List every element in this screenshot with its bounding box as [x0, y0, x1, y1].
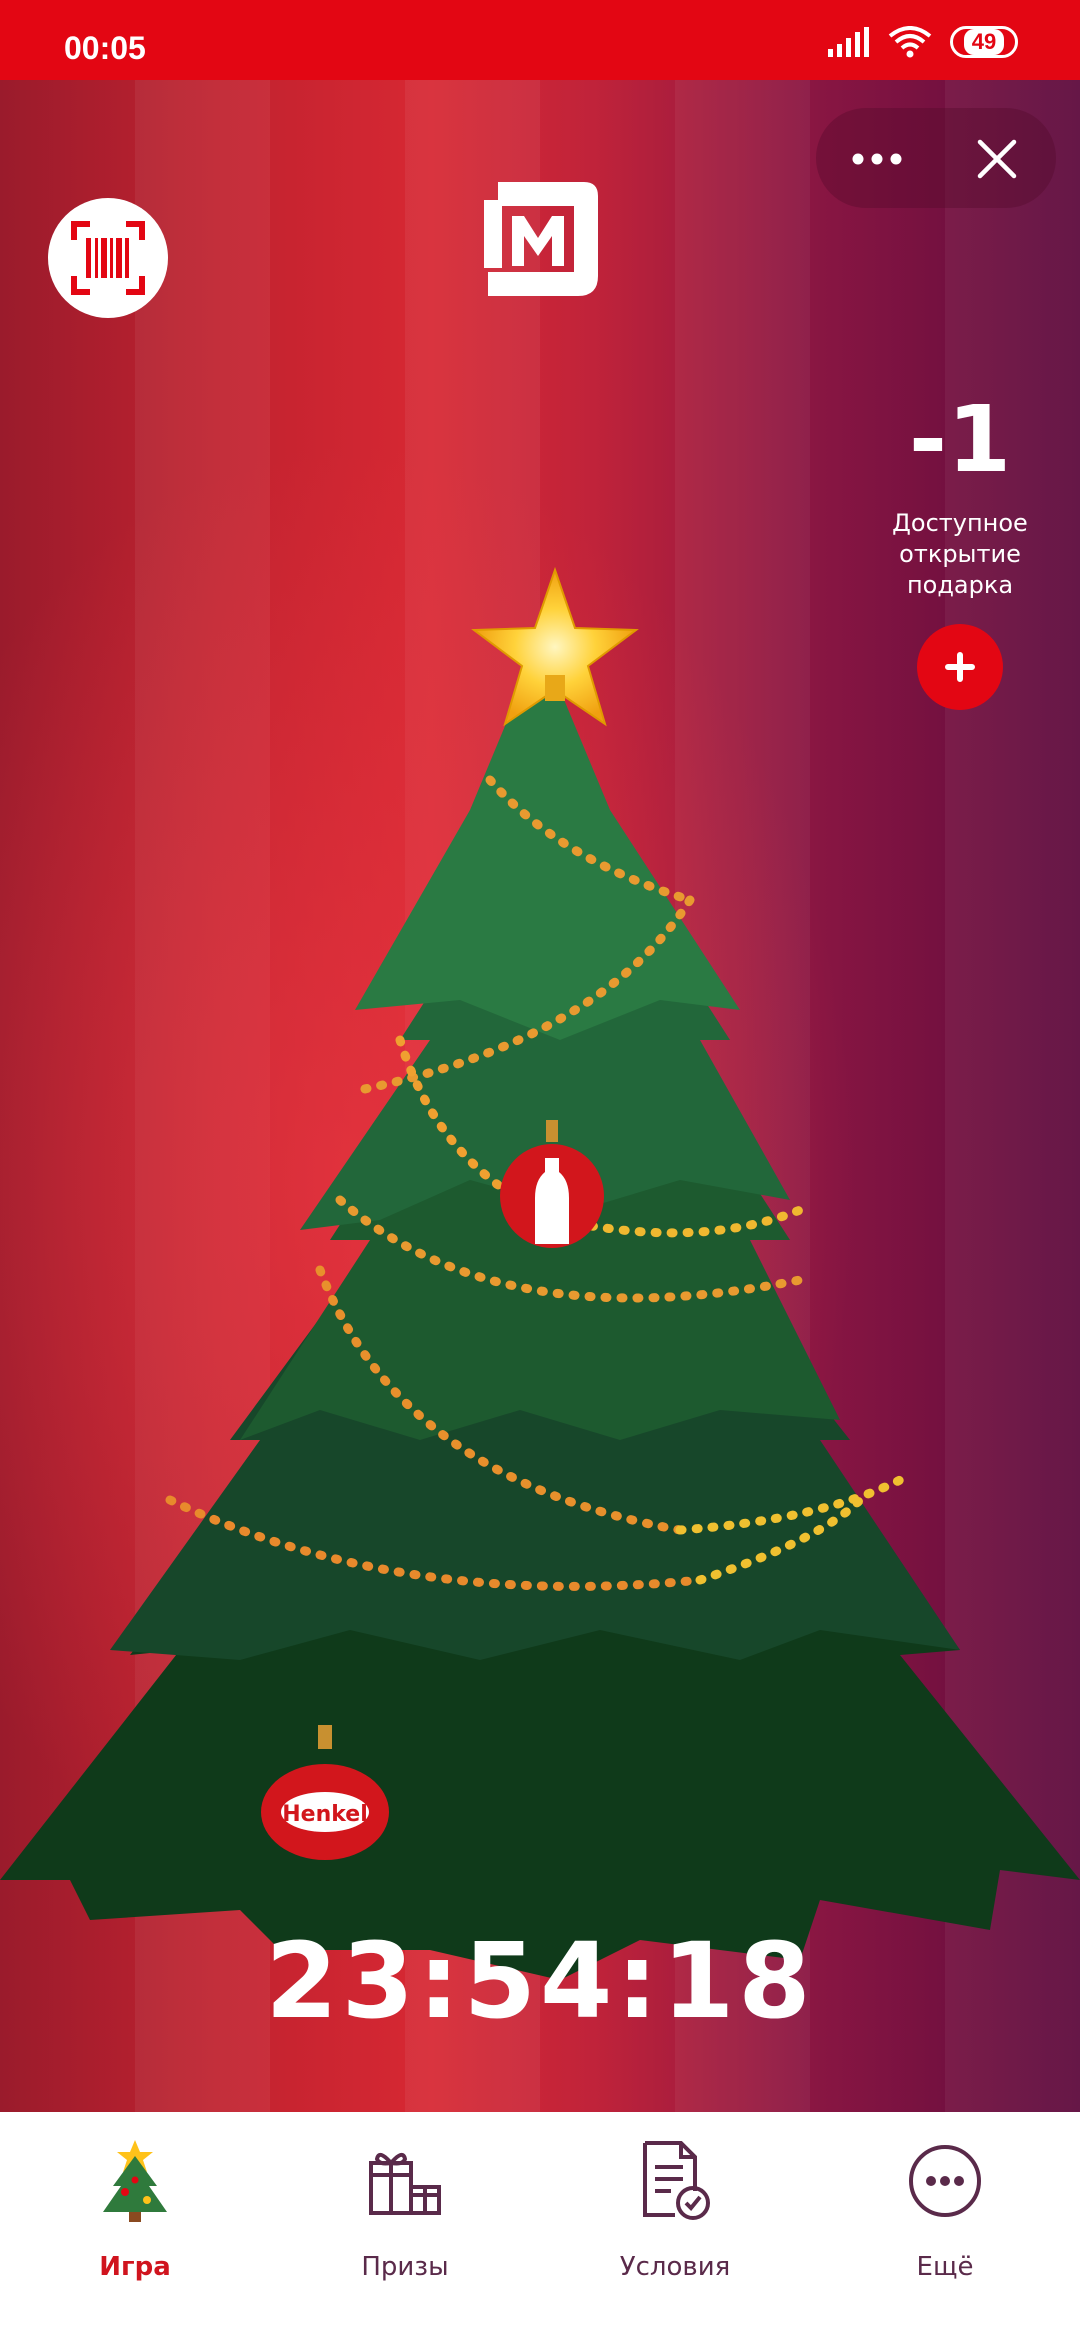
christmas-tree[interactable]: Henkel	[0, 480, 1080, 2070]
nav-label-more: Ещё	[916, 2252, 974, 2282]
christmas-tree-icon	[103, 2140, 167, 2222]
signal-icon	[828, 27, 869, 57]
wifi-icon	[888, 26, 932, 58]
status-icons: 49	[828, 26, 1018, 58]
scan-barcode-button[interactable]	[48, 198, 168, 318]
gifts-icon	[369, 2152, 441, 2215]
nav-label-terms: Условия	[619, 2252, 731, 2282]
nav-item-terms[interactable]: Условия	[540, 2112, 810, 2340]
game-area: -1 Доступное открытие подарка Henkel 23:…	[0, 80, 1080, 2112]
nav-item-prizes[interactable]: Призы	[270, 2112, 540, 2340]
bottom-navigation: Игра Призы Условия Ещё	[0, 2112, 1080, 2340]
barcode-scan-icon	[71, 221, 145, 295]
status-bar: 00:05 49	[0, 0, 1080, 80]
battery-level: 49	[963, 29, 1005, 55]
nav-item-game[interactable]: Игра	[0, 2112, 270, 2340]
more-button[interactable]	[832, 116, 922, 202]
gifts-count: -1	[908, 386, 1012, 493]
status-time: 00:05	[64, 30, 146, 66]
close-button[interactable]	[952, 116, 1042, 202]
nav-label-prizes: Призы	[361, 2252, 449, 2282]
magnit-logo-icon	[484, 182, 598, 296]
more-circle-icon	[909, 2145, 981, 2217]
close-icon	[977, 139, 1017, 179]
document-check-icon	[643, 2141, 710, 2220]
nav-item-more[interactable]: Ещё	[810, 2112, 1080, 2340]
countdown-timer: 23:54:18	[265, 1920, 815, 2042]
more-dots-icon	[852, 153, 902, 165]
battery-indicator: 49	[950, 26, 1018, 58]
henkel-label: Henkel	[282, 1802, 368, 1827]
nav-label-game: Игра	[99, 2252, 171, 2282]
